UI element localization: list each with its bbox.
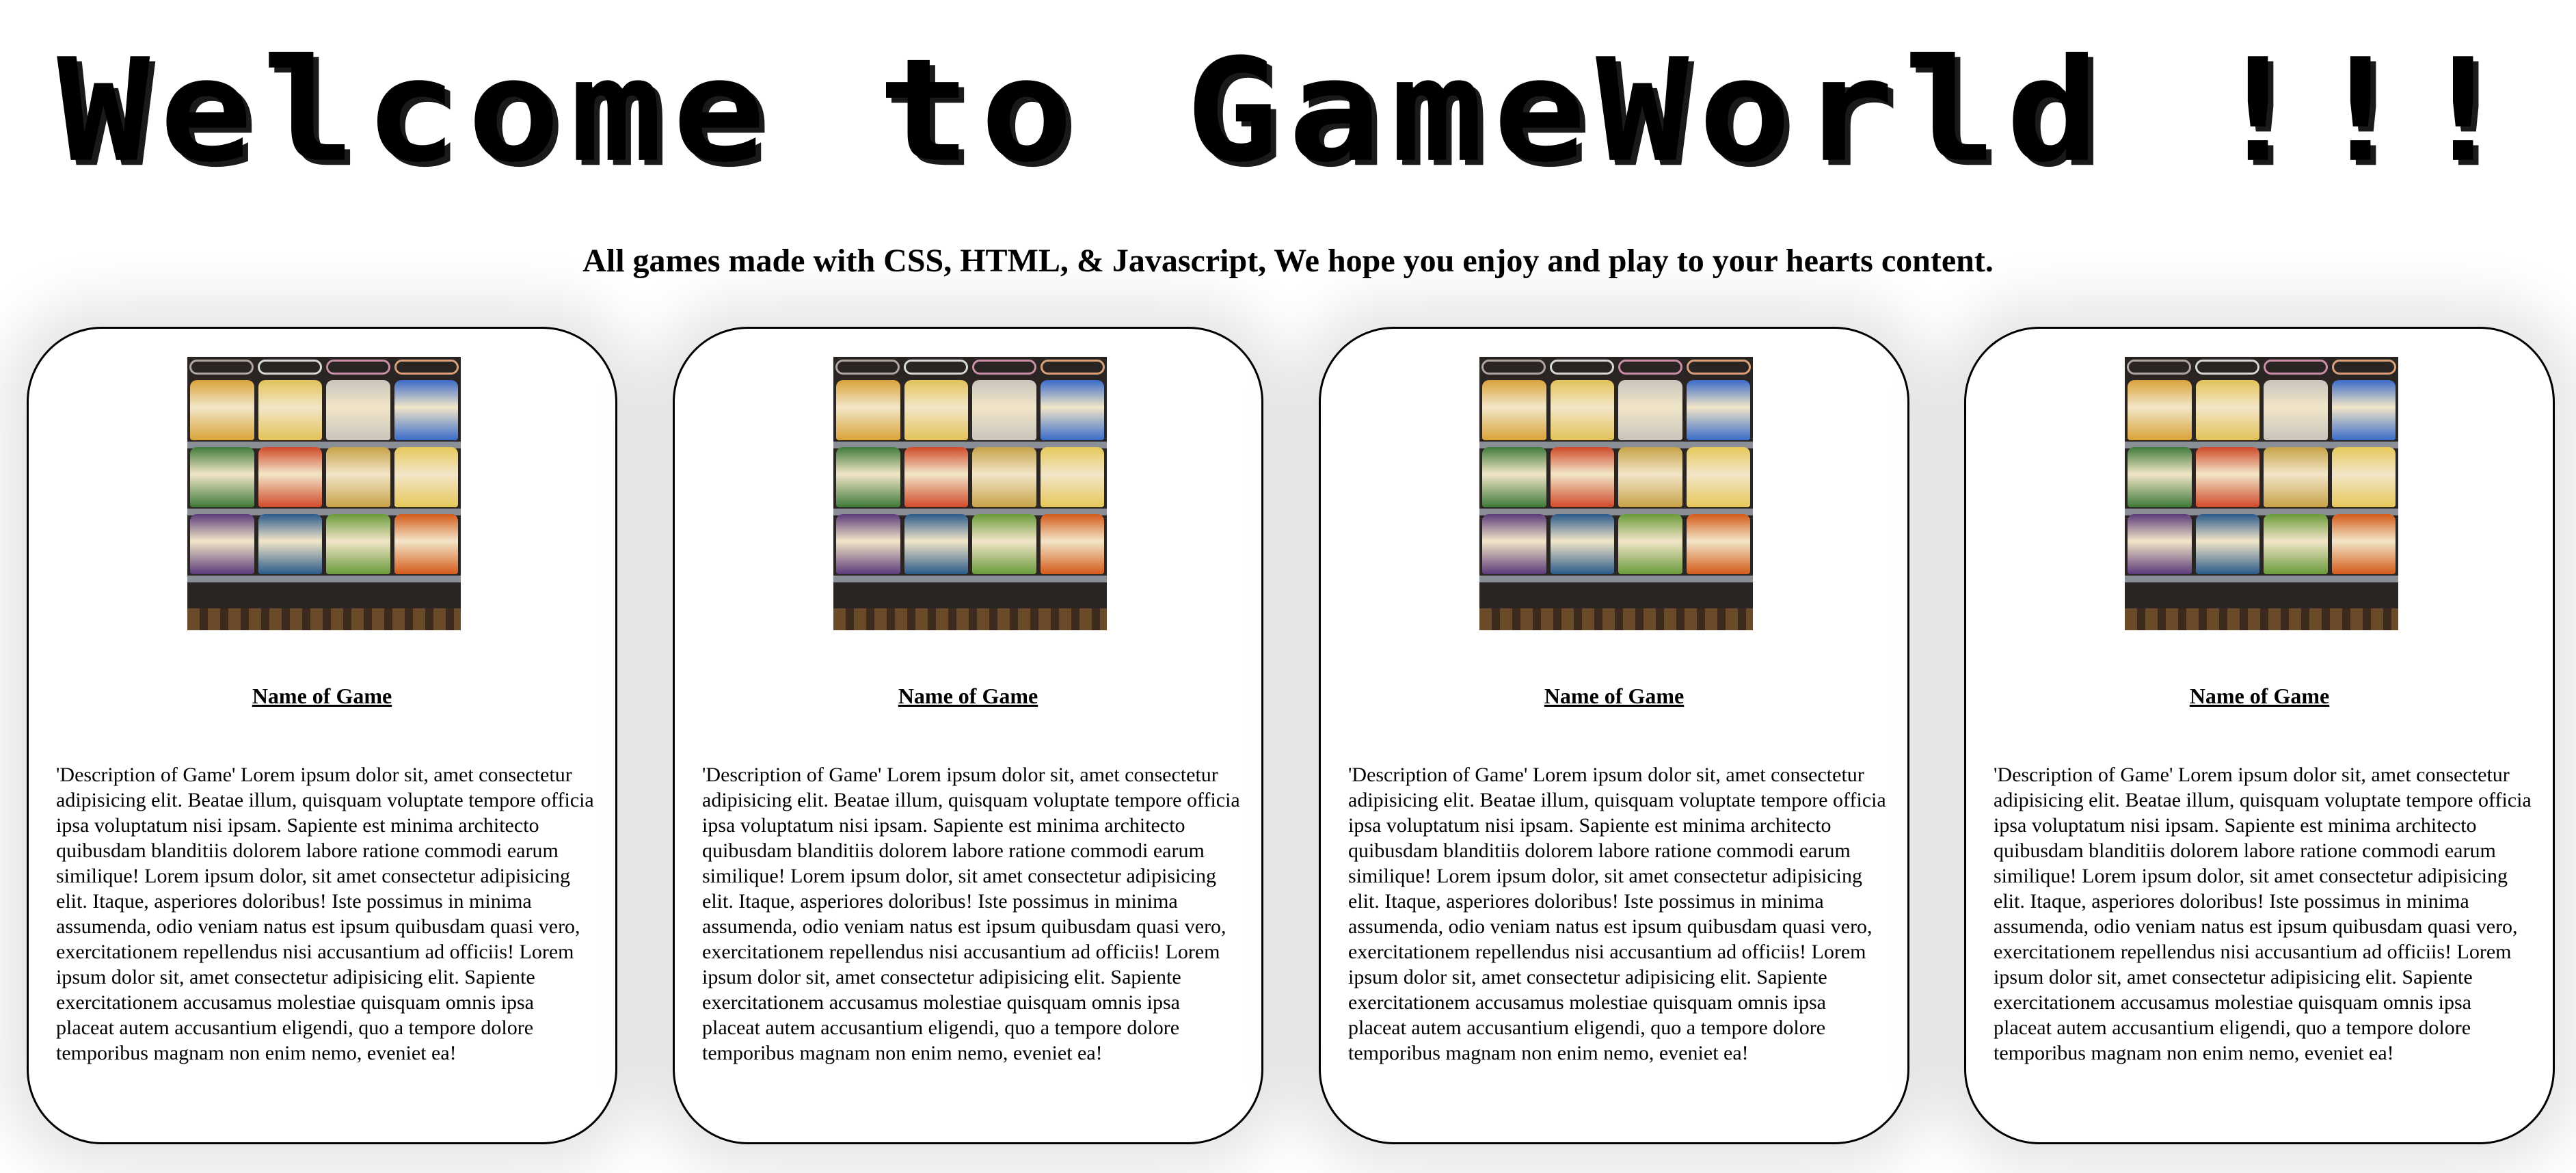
shelf-top-decoration — [187, 357, 461, 377]
vending-coils — [2125, 608, 2398, 630]
snack-shelf-row — [833, 447, 1107, 507]
vending-machine-snacks-image[interactable] — [2125, 357, 2398, 630]
vending-coils — [1479, 608, 1753, 630]
vending-coils — [187, 608, 461, 630]
game-name[interactable]: Name of Game — [675, 682, 1261, 710]
snack-shelf-row — [187, 380, 461, 440]
snack-shelf-row — [2125, 514, 2398, 574]
snack-shelf-row — [1479, 514, 1753, 574]
page-subtitle: All games made with CSS, HTML, & Javascr… — [582, 243, 1994, 279]
page-title: Welcome to GameWorld !!! — [57, 28, 2519, 194]
vending-machine-snacks-image[interactable] — [1479, 357, 1753, 630]
snack-shelf-row — [1479, 447, 1753, 507]
page-title-banner: Welcome to GameWorld !!! — [0, 33, 2576, 190]
snack-shelf-row — [1479, 380, 1753, 440]
game-card[interactable]: Name of Game 'Description of Game' Lorem… — [1964, 327, 2555, 1144]
vending-machine-snacks-image[interactable] — [187, 357, 461, 630]
shelf-top-decoration — [1479, 357, 1753, 377]
game-description: 'Description of Game' Lorem ipsum dolor … — [702, 764, 1240, 1064]
snack-shelf-row — [2125, 447, 2398, 507]
shelf-rail — [1479, 576, 1753, 582]
snack-shelf-row — [187, 447, 461, 507]
game-name[interactable]: Name of Game — [29, 682, 615, 710]
shelf-top-decoration — [833, 357, 1107, 377]
game-description: 'Description of Game' Lorem ipsum dolor … — [1994, 764, 2532, 1064]
shelf-rail — [833, 576, 1107, 582]
snack-shelf-row — [833, 514, 1107, 574]
vending-machine-snacks-image[interactable] — [833, 357, 1107, 630]
game-card[interactable]: Name of Game 'Description of Game' Lorem… — [1319, 327, 1909, 1144]
game-description: 'Description of Game' Lorem ipsum dolor … — [56, 764, 594, 1064]
shelf-rail — [187, 576, 461, 582]
game-card[interactable]: Name of Game 'Description of Game' Lorem… — [27, 327, 617, 1144]
shelf-rail — [2125, 576, 2398, 582]
vending-coils — [833, 608, 1107, 630]
snack-shelf-row — [833, 380, 1107, 440]
game-name[interactable]: Name of Game — [1321, 682, 1907, 710]
game-name[interactable]: Name of Game — [1966, 682, 2553, 710]
snack-shelf-row — [2125, 380, 2398, 440]
snack-shelf-row — [187, 514, 461, 574]
game-description: 'Description of Game' Lorem ipsum dolor … — [1348, 764, 1886, 1064]
game-card[interactable]: Name of Game 'Description of Game' Lorem… — [673, 327, 1263, 1144]
shelf-top-decoration — [2125, 357, 2398, 377]
